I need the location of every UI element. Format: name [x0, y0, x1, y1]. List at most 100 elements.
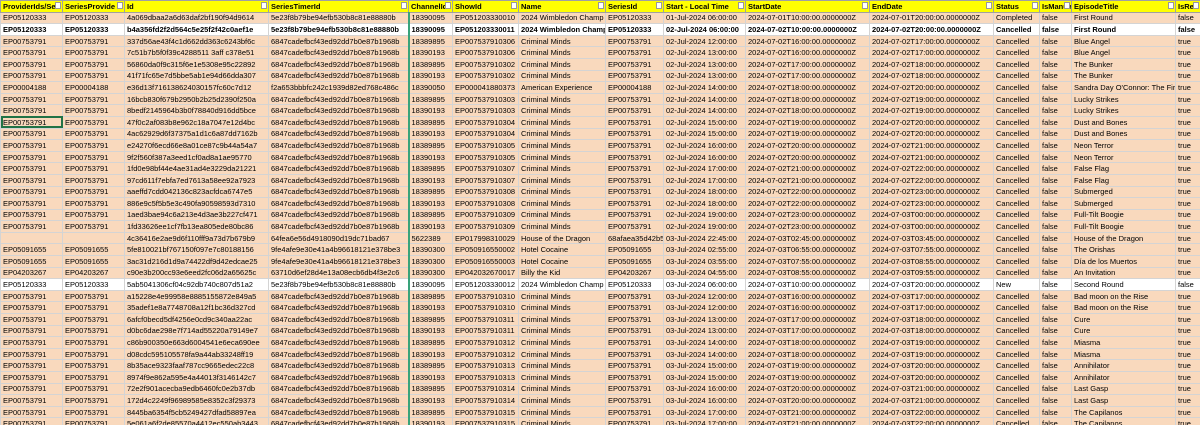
table-cell[interactable]: 8974f9e862a595e4a44013f3146142c7: [124, 371, 269, 384]
table-cell[interactable]: 2024-07-03T07:55:00.0000000Z: [745, 255, 870, 268]
column-header[interactable]: EndDate: [869, 0, 994, 13]
table-cell[interactable]: 02-Jul-2024 13:00:00: [663, 57, 746, 71]
table-cell[interactable]: 4c36416e2ae9d6f110fff9a73d7b679b9: [124, 231, 269, 245]
table-cell[interactable]: false: [1039, 220, 1072, 233]
table-cell[interactable]: 8445ba6354f5cb5249427dfad58897ea: [124, 405, 269, 419]
table-cell[interactable]: EP04203267: [0, 266, 63, 280]
table-cell[interactable]: 6847cadefbcf43ed92dd7b0e87b1968b: [268, 220, 409, 233]
table-cell[interactable]: 6afcf0becd5df4256e0cd9c340aa22ac: [124, 313, 269, 326]
table-cell[interactable]: 2024-07-03T08:55:00.0000000Z: [869, 255, 994, 268]
column-header[interactable]: IsRe: [1175, 0, 1200, 13]
table-cell[interactable]: Criminal Minds: [518, 208, 606, 222]
table-cell[interactable]: The Bunker: [1071, 69, 1176, 83]
table-cell[interactable]: true: [1175, 289, 1200, 303]
table-cell[interactable]: EP05091655: [62, 243, 125, 257]
table-cell[interactable]: EP00753791: [0, 69, 63, 83]
table-cell[interactable]: 18389895: [407, 115, 453, 129]
table-cell[interactable]: Cancelled: [993, 185, 1040, 199]
table-cell[interactable]: False Flag: [1071, 162, 1176, 175]
table-cell[interactable]: EP007537910315: [452, 417, 519, 425]
table-cell[interactable]: 2024-07-03T19:00:00.0000000Z: [869, 347, 994, 361]
table-cell[interactable]: EP051203330012: [452, 278, 519, 291]
table-cell[interactable]: e24270f6ecd66e8a01ce87c9b44a54a7: [124, 139, 269, 152]
table-cell[interactable]: EP00753791: [0, 336, 63, 349]
table-cell[interactable]: EP007537910309: [452, 220, 519, 233]
table-cell[interactable]: true: [1175, 394, 1200, 407]
filter-dropdown-icon[interactable]: [656, 2, 662, 9]
table-cell[interactable]: Criminal Minds: [518, 301, 606, 315]
table-cell[interactable]: EP00753791: [0, 208, 63, 222]
table-cell[interactable]: Hotel Cocaine: [518, 243, 606, 257]
table-cell[interactable]: false: [1039, 301, 1072, 315]
table-cell[interactable]: 6847cadefbcf43ed92dd7b0e87b1968b: [268, 69, 409, 83]
column-header[interactable]: ProviderIds/Se: [0, 0, 63, 13]
table-cell[interactable]: Dust and Bones: [1071, 115, 1176, 129]
table-cell[interactable]: 6847cadefbcf43ed92dd7b0e87b1968b: [268, 162, 409, 175]
table-cell[interactable]: 2024-07-02T18:00:00.0000000Z: [869, 57, 994, 71]
table-cell[interactable]: EP00753791: [62, 57, 125, 71]
table-cell[interactable]: 18390193: [407, 69, 453, 83]
table-cell[interactable]: d0bc6dae298e7f714ad55220a79149e7: [124, 324, 269, 338]
table-cell[interactable]: Miasma: [1071, 336, 1176, 349]
table-cell[interactable]: Full-Tilt Boogie: [1071, 208, 1176, 222]
table-cell[interactable]: 2024-07-03T20:00:00.0000000Z: [869, 278, 994, 291]
table-cell[interactable]: 2024 Wimbledon Champ: [518, 23, 606, 36]
table-cell[interactable]: EP00753791: [62, 359, 125, 372]
table-cell[interactable]: 18389895: [407, 405, 453, 419]
table-cell[interactable]: EP007537910314: [452, 382, 519, 396]
table-cell[interactable]: Criminal Minds: [518, 394, 606, 407]
table-cell[interactable]: 18390193: [407, 371, 453, 384]
table-cell[interactable]: false: [1039, 46, 1072, 59]
table-cell[interactable]: EP00753791: [0, 46, 63, 59]
table-cell[interactable]: 18390300: [407, 243, 453, 257]
table-cell[interactable]: 18389895: [407, 336, 453, 349]
table-cell[interactable]: 6847cadefbcf43ed92dd7b0e87b1968b: [268, 359, 409, 372]
table-cell[interactable]: EP00753791: [605, 208, 664, 222]
table-cell[interactable]: EP00753791: [605, 104, 664, 117]
table-cell[interactable]: 6847cadefbcf43ed92dd7b0e87b1968b: [268, 301, 409, 315]
table-cell[interactable]: 1fd0e98bf44e4ae31ad4e3229da21221: [124, 162, 269, 175]
table-cell[interactable]: false: [1039, 57, 1072, 71]
table-cell[interactable]: 6847cadefbcf43ed92dd7b0e87b1968b: [268, 185, 409, 199]
table-cell[interactable]: 72e2f901acecba9edb6460fc0e2b37db: [124, 382, 269, 396]
table-cell[interactable]: Neon Terror: [1071, 139, 1176, 152]
table-cell[interactable]: 2024-07-03T18:00:00.0000000Z: [869, 313, 994, 326]
table-cell[interactable]: Cancelled: [993, 359, 1040, 372]
table-cell[interactable]: [0, 231, 63, 245]
table-cell[interactable]: 6847cadefbcf43ed92dd7b0e87b1968b: [268, 417, 409, 425]
table-cell[interactable]: 03-Jul-2024 22:45:00: [663, 231, 746, 245]
table-cell[interactable]: 03-Jul-2024 06:00:00: [663, 278, 746, 291]
table-cell[interactable]: c90e3b200cc93e6eed2fc06d2a65625c: [124, 266, 269, 280]
table-cell[interactable]: Criminal Minds: [518, 197, 606, 210]
table-cell[interactable]: false: [1039, 231, 1072, 245]
table-cell[interactable]: Cancelled: [993, 92, 1040, 106]
table-cell[interactable]: The Bunker: [1071, 57, 1176, 71]
table-cell[interactable]: 2024-07-02T19:00:00.0000000Z: [745, 127, 870, 141]
table-cell[interactable]: 18390193: [407, 104, 453, 117]
table-cell[interactable]: 6847cadefbcf43ed92dd7b0e87b1968b: [268, 382, 409, 396]
table-cell[interactable]: true: [1175, 173, 1200, 187]
table-cell[interactable]: 03-Jul-2024 13:00:00: [663, 313, 746, 326]
table-cell[interactable]: EP00753791: [0, 347, 63, 361]
table-cell[interactable]: Hotel Cocaine: [518, 255, 606, 268]
table-cell[interactable]: EP00753791: [0, 57, 63, 71]
table-cell[interactable]: 2024-07-03T03:45:00.0000000Z: [869, 231, 994, 245]
table-cell[interactable]: 2024-07-02T18:00:00.0000000Z: [745, 92, 870, 106]
table-cell[interactable]: First Round: [1071, 23, 1176, 36]
table-cell[interactable]: 9fe4afe9e30e41a4b96618121e378be3: [268, 243, 409, 257]
table-cell[interactable]: 18390193: [407, 220, 453, 233]
table-cell[interactable]: 2024-07-02T23:00:00.0000000Z: [869, 185, 994, 199]
table-cell[interactable]: EP00004188: [605, 81, 664, 94]
column-header[interactable]: ChannelId: [408, 0, 453, 13]
table-cell[interactable]: EP00753791: [605, 347, 664, 361]
table-cell[interactable]: 6847cadefbcf43ed92dd7b0e87b1968b: [268, 394, 409, 407]
table-cell[interactable]: EP00753791: [605, 394, 664, 407]
table-cell[interactable]: EP00753791: [605, 405, 664, 419]
table-cell[interactable]: EP00753791: [0, 104, 63, 117]
table-cell[interactable]: true: [1175, 266, 1200, 280]
table-cell[interactable]: Cancelled: [993, 417, 1040, 425]
table-cell[interactable]: false: [1039, 173, 1072, 187]
table-cell[interactable]: EP051203330011: [452, 23, 519, 36]
table-cell[interactable]: 6847cadefbcf43ed92dd7b0e87b1968b: [268, 139, 409, 152]
table-cell[interactable]: Cancelled: [993, 162, 1040, 175]
